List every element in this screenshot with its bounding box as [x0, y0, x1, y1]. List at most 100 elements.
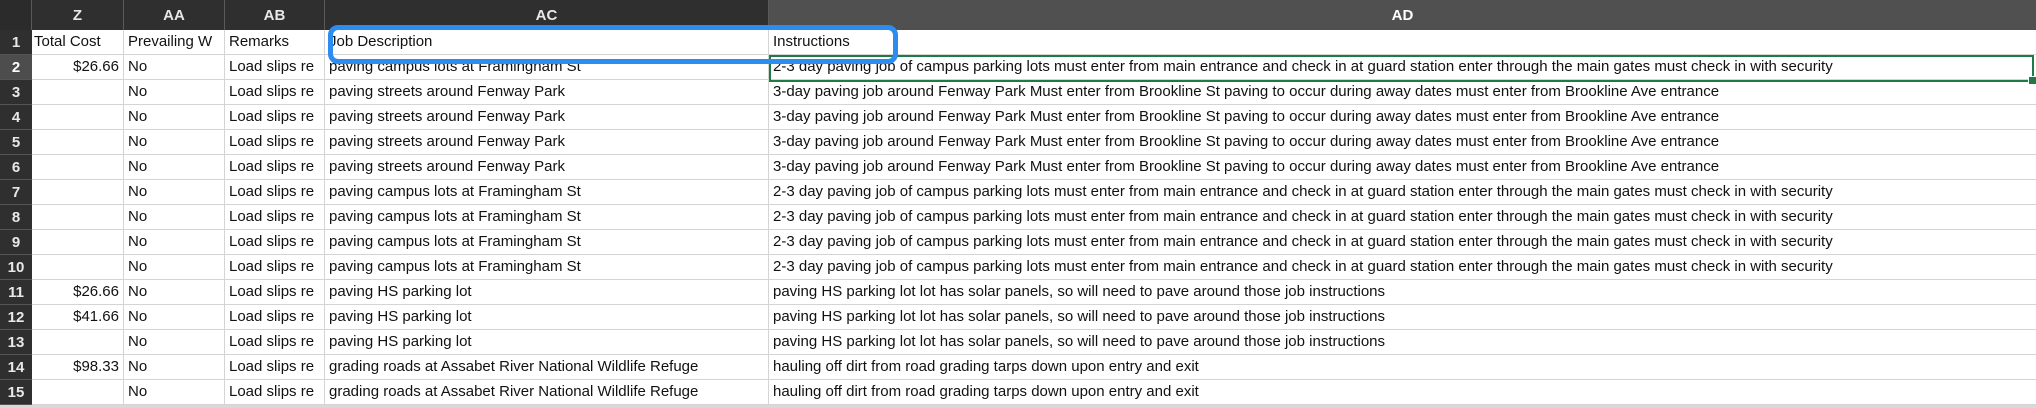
cell-prevailing[interactable]: No: [124, 355, 225, 380]
row-number[interactable]: 9: [0, 230, 32, 255]
row-number[interactable]: 11: [0, 280, 32, 305]
cell-remarks[interactable]: Load slips re: [225, 230, 325, 255]
cell-remarks[interactable]: Load slips re: [225, 305, 325, 330]
cell-total-cost[interactable]: [32, 105, 124, 130]
column-header-ac[interactable]: AC: [325, 0, 769, 30]
cell-prevailing[interactable]: No: [124, 180, 225, 205]
cell-instructions[interactable]: 2-3 day paving job of campus parking lot…: [769, 205, 2036, 230]
cell-total-cost[interactable]: [32, 380, 124, 405]
cell-total-cost[interactable]: [32, 205, 124, 230]
cell-remarks[interactable]: Load slips re: [225, 205, 325, 230]
cell-total-cost[interactable]: $26.66: [32, 55, 124, 80]
row-number[interactable]: 13: [0, 330, 32, 355]
cell-instructions[interactable]: 3-day paving job around Fenway Park Must…: [769, 80, 2036, 105]
cell-job-description[interactable]: paving campus lots at Framingham St: [325, 230, 769, 255]
cell-instructions[interactable]: paving HS parking lot lot has solar pane…: [769, 280, 2036, 305]
cell-instructions[interactable]: 2-3 day paving job of campus parking lot…: [769, 230, 2036, 255]
row-number[interactable]: 8: [0, 205, 32, 230]
row-number[interactable]: 1: [0, 30, 32, 55]
cell-total-cost[interactable]: [32, 80, 124, 105]
cell-prevailing[interactable]: No: [124, 305, 225, 330]
row-number[interactable]: 3: [0, 80, 32, 105]
column-header-ad[interactable]: AD: [769, 0, 2036, 30]
cell-header-remarks[interactable]: Remarks: [225, 30, 325, 55]
cell-total-cost[interactable]: [32, 255, 124, 280]
cell-remarks[interactable]: Load slips re: [225, 330, 325, 355]
row-number[interactable]: 4: [0, 105, 32, 130]
cell-prevailing[interactable]: No: [124, 105, 225, 130]
row-number[interactable]: 5: [0, 130, 32, 155]
cell-job-description[interactable]: paving HS parking lot: [325, 280, 769, 305]
cell-instructions[interactable]: 2-3 day paving job of campus parking lot…: [769, 180, 2036, 205]
row-number[interactable]: 10: [0, 255, 32, 280]
cell-job-description[interactable]: paving HS parking lot: [325, 305, 769, 330]
cell-total-cost[interactable]: [32, 155, 124, 180]
cell-header-instructions[interactable]: Instructions: [769, 30, 2036, 55]
cell-total-cost[interactable]: [32, 180, 124, 205]
column-header-z[interactable]: Z: [32, 0, 124, 30]
row-number[interactable]: 14: [0, 355, 32, 380]
cell-instructions[interactable]: 2-3 day paving job of campus parking lot…: [769, 255, 2036, 280]
cell-job-description[interactable]: paving HS parking lot: [325, 330, 769, 355]
cell-remarks[interactable]: Load slips re: [225, 130, 325, 155]
cell-job-description[interactable]: paving streets around Fenway Park: [325, 155, 769, 180]
cell-remarks[interactable]: Load slips re: [225, 105, 325, 130]
cell-total-cost[interactable]: [32, 330, 124, 355]
cell-instructions[interactable]: 3-day paving job around Fenway Park Must…: [769, 105, 2036, 130]
cell-job-description[interactable]: paving campus lots at Framingham St: [325, 255, 769, 280]
cell-prevailing[interactable]: No: [124, 280, 225, 305]
cell-total-cost[interactable]: $41.66: [32, 305, 124, 330]
row-number[interactable]: 12: [0, 305, 32, 330]
cell-prevailing[interactable]: No: [124, 255, 225, 280]
cell-prevailing[interactable]: No: [124, 230, 225, 255]
cell-job-description[interactable]: paving streets around Fenway Park: [325, 130, 769, 155]
cell-remarks[interactable]: Load slips re: [225, 380, 325, 405]
cell-instructions[interactable]: paving HS parking lot lot has solar pane…: [769, 305, 2036, 330]
cell-remarks[interactable]: Load slips re: [225, 55, 325, 80]
cell-prevailing[interactable]: No: [124, 155, 225, 180]
cell-total-cost[interactable]: $98.33: [32, 355, 124, 380]
cell-remarks[interactable]: Load slips re: [225, 255, 325, 280]
table-row: 6 No Load slips re paving streets around Fe…: [0, 155, 2036, 180]
cell-job-description[interactable]: paving campus lots at Framingham St: [325, 205, 769, 230]
cell-prevailing[interactable]: No: [124, 380, 225, 405]
cell-job-description[interactable]: grading roads at Assabet River National …: [325, 380, 769, 405]
cell-job-description[interactable]: grading roads at Assabet River National …: [325, 355, 769, 380]
cell-header-prevailing[interactable]: Prevailing W: [124, 30, 225, 55]
cell-remarks[interactable]: Load slips re: [225, 180, 325, 205]
cell-job-description[interactable]: paving campus lots at Framingham St: [325, 55, 769, 80]
cell-job-description[interactable]: paving streets around Fenway Park: [325, 80, 769, 105]
select-all-corner[interactable]: [0, 0, 32, 30]
cell-remarks[interactable]: Load slips re: [225, 355, 325, 380]
row-number[interactable]: 15: [0, 380, 32, 405]
cell-remarks[interactable]: Load slips re: [225, 155, 325, 180]
cell-remarks[interactable]: Load slips re: [225, 80, 325, 105]
cell-instructions[interactable]: 2-3 day paving job of campus parking lot…: [769, 55, 2036, 80]
cell-instructions[interactable]: hauling off dirt from road grading tarps…: [769, 355, 2036, 380]
table-row: 15 No Load slips re grading roads at Assabe…: [0, 380, 2036, 405]
cell-total-cost[interactable]: [32, 230, 124, 255]
column-header-ab[interactable]: AB: [225, 0, 325, 30]
row-number[interactable]: 2: [0, 55, 32, 80]
cell-total-cost[interactable]: $26.66: [32, 280, 124, 305]
cell-prevailing[interactable]: No: [124, 130, 225, 155]
cell-header-total-cost[interactable]: Total Cost: [32, 30, 124, 55]
cell-instructions[interactable]: 3-day paving job around Fenway Park Must…: [769, 155, 2036, 180]
cell-remarks[interactable]: Load slips re: [225, 280, 325, 305]
table-row: 7 No Load slips re paving campus lots at Fr…: [0, 180, 2036, 205]
row-number[interactable]: 6: [0, 155, 32, 180]
cell-job-description[interactable]: paving campus lots at Framingham St: [325, 180, 769, 205]
cell-prevailing[interactable]: No: [124, 330, 225, 355]
cell-prevailing[interactable]: No: [124, 205, 225, 230]
column-header-aa[interactable]: AA: [124, 0, 225, 30]
cell-prevailing[interactable]: No: [124, 55, 225, 80]
cell-header-job-description[interactable]: Job Description: [325, 30, 769, 55]
cell-job-description[interactable]: paving streets around Fenway Park: [325, 105, 769, 130]
cell-total-cost[interactable]: [32, 130, 124, 155]
row-number[interactable]: 7: [0, 180, 32, 205]
cell-instructions[interactable]: paving HS parking lot lot has solar pane…: [769, 330, 2036, 355]
cell-prevailing[interactable]: No: [124, 80, 225, 105]
cell-instructions[interactable]: hauling off dirt from road grading tarps…: [769, 380, 2036, 405]
cell-instructions[interactable]: 3-day paving job around Fenway Park Must…: [769, 130, 2036, 155]
table-row: 2 $26.66 No Load slips re paving campus lots…: [0, 55, 2036, 80]
